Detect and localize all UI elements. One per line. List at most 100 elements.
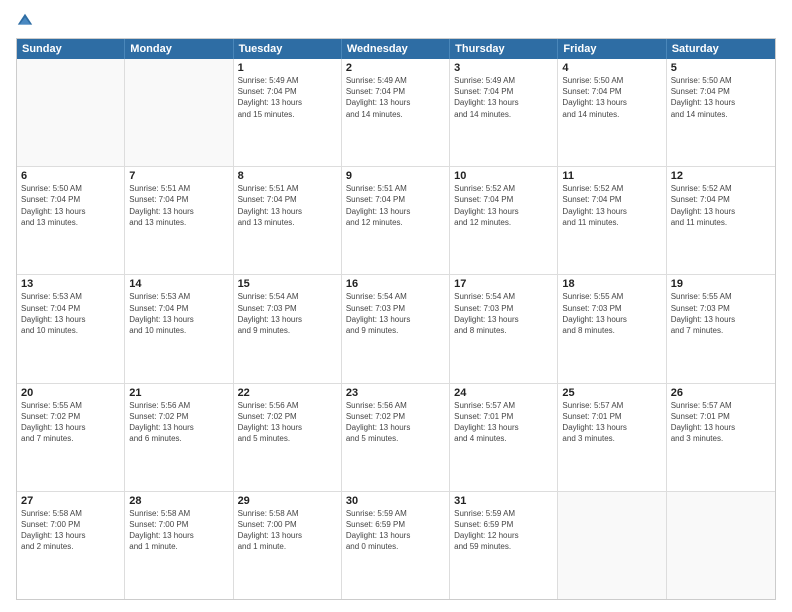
day-number: 21 (129, 387, 228, 399)
calendar-cell: 13Sunrise: 5:53 AM Sunset: 7:04 PM Dayli… (17, 275, 125, 382)
day-number: 7 (129, 170, 228, 182)
cell-info: Sunrise: 5:58 AM Sunset: 7:00 PM Dayligh… (129, 508, 228, 553)
day-number: 4 (562, 62, 661, 74)
logo-icon (16, 12, 34, 30)
day-number: 3 (454, 62, 553, 74)
day-number: 9 (346, 170, 445, 182)
calendar-cell: 23Sunrise: 5:56 AM Sunset: 7:02 PM Dayli… (342, 384, 450, 491)
calendar-cell: 8Sunrise: 5:51 AM Sunset: 7:04 PM Daylig… (234, 167, 342, 274)
calendar-cell: 29Sunrise: 5:58 AM Sunset: 7:00 PM Dayli… (234, 492, 342, 599)
calendar-cell: 22Sunrise: 5:56 AM Sunset: 7:02 PM Dayli… (234, 384, 342, 491)
day-number: 17 (454, 278, 553, 290)
cell-info: Sunrise: 5:49 AM Sunset: 7:04 PM Dayligh… (454, 75, 553, 120)
day-number: 23 (346, 387, 445, 399)
calendar-cell: 4Sunrise: 5:50 AM Sunset: 7:04 PM Daylig… (558, 59, 666, 166)
calendar-header-cell: Thursday (450, 39, 558, 59)
day-number: 30 (346, 495, 445, 507)
day-number: 1 (238, 62, 337, 74)
cell-info: Sunrise: 5:56 AM Sunset: 7:02 PM Dayligh… (238, 400, 337, 445)
cell-info: Sunrise: 5:49 AM Sunset: 7:04 PM Dayligh… (238, 75, 337, 120)
day-number: 27 (21, 495, 120, 507)
calendar-cell (667, 492, 775, 599)
calendar-header-cell: Monday (125, 39, 233, 59)
calendar-row: 27Sunrise: 5:58 AM Sunset: 7:00 PM Dayli… (17, 492, 775, 599)
day-number: 8 (238, 170, 337, 182)
cell-info: Sunrise: 5:55 AM Sunset: 7:03 PM Dayligh… (562, 291, 661, 336)
calendar-cell: 1Sunrise: 5:49 AM Sunset: 7:04 PM Daylig… (234, 59, 342, 166)
day-number: 14 (129, 278, 228, 290)
day-number: 18 (562, 278, 661, 290)
calendar-row: 13Sunrise: 5:53 AM Sunset: 7:04 PM Dayli… (17, 275, 775, 383)
day-number: 25 (562, 387, 661, 399)
calendar-cell: 3Sunrise: 5:49 AM Sunset: 7:04 PM Daylig… (450, 59, 558, 166)
cell-info: Sunrise: 5:53 AM Sunset: 7:04 PM Dayligh… (21, 291, 120, 336)
day-number: 29 (238, 495, 337, 507)
calendar-cell: 6Sunrise: 5:50 AM Sunset: 7:04 PM Daylig… (17, 167, 125, 274)
calendar-cell: 12Sunrise: 5:52 AM Sunset: 7:04 PM Dayli… (667, 167, 775, 274)
calendar-cell: 16Sunrise: 5:54 AM Sunset: 7:03 PM Dayli… (342, 275, 450, 382)
calendar-cell (125, 59, 233, 166)
day-number: 26 (671, 387, 771, 399)
calendar-header-cell: Friday (558, 39, 666, 59)
calendar-cell: 20Sunrise: 5:55 AM Sunset: 7:02 PM Dayli… (17, 384, 125, 491)
cell-info: Sunrise: 5:54 AM Sunset: 7:03 PM Dayligh… (346, 291, 445, 336)
day-number: 15 (238, 278, 337, 290)
calendar-cell: 14Sunrise: 5:53 AM Sunset: 7:04 PM Dayli… (125, 275, 233, 382)
cell-info: Sunrise: 5:52 AM Sunset: 7:04 PM Dayligh… (671, 183, 771, 228)
calendar-cell: 9Sunrise: 5:51 AM Sunset: 7:04 PM Daylig… (342, 167, 450, 274)
calendar-header-cell: Saturday (667, 39, 775, 59)
calendar-body: 1Sunrise: 5:49 AM Sunset: 7:04 PM Daylig… (17, 59, 775, 599)
calendar-row: 6Sunrise: 5:50 AM Sunset: 7:04 PM Daylig… (17, 167, 775, 275)
cell-info: Sunrise: 5:50 AM Sunset: 7:04 PM Dayligh… (671, 75, 771, 120)
day-number: 10 (454, 170, 553, 182)
calendar-cell: 10Sunrise: 5:52 AM Sunset: 7:04 PM Dayli… (450, 167, 558, 274)
calendar: SundayMondayTuesdayWednesdayThursdayFrid… (16, 38, 776, 600)
calendar-cell: 28Sunrise: 5:58 AM Sunset: 7:00 PM Dayli… (125, 492, 233, 599)
cell-info: Sunrise: 5:57 AM Sunset: 7:01 PM Dayligh… (671, 400, 771, 445)
calendar-header-row: SundayMondayTuesdayWednesdayThursdayFrid… (17, 39, 775, 59)
cell-info: Sunrise: 5:59 AM Sunset: 6:59 PM Dayligh… (346, 508, 445, 553)
cell-info: Sunrise: 5:51 AM Sunset: 7:04 PM Dayligh… (346, 183, 445, 228)
cell-info: Sunrise: 5:57 AM Sunset: 7:01 PM Dayligh… (454, 400, 553, 445)
day-number: 31 (454, 495, 553, 507)
header (16, 12, 776, 30)
cell-info: Sunrise: 5:53 AM Sunset: 7:04 PM Dayligh… (129, 291, 228, 336)
calendar-cell: 17Sunrise: 5:54 AM Sunset: 7:03 PM Dayli… (450, 275, 558, 382)
cell-info: Sunrise: 5:56 AM Sunset: 7:02 PM Dayligh… (129, 400, 228, 445)
calendar-cell: 27Sunrise: 5:58 AM Sunset: 7:00 PM Dayli… (17, 492, 125, 599)
cell-info: Sunrise: 5:59 AM Sunset: 6:59 PM Dayligh… (454, 508, 553, 553)
calendar-header-cell: Sunday (17, 39, 125, 59)
calendar-cell: 7Sunrise: 5:51 AM Sunset: 7:04 PM Daylig… (125, 167, 233, 274)
day-number: 13 (21, 278, 120, 290)
day-number: 2 (346, 62, 445, 74)
cell-info: Sunrise: 5:49 AM Sunset: 7:04 PM Dayligh… (346, 75, 445, 120)
calendar-cell: 26Sunrise: 5:57 AM Sunset: 7:01 PM Dayli… (667, 384, 775, 491)
calendar-cell: 25Sunrise: 5:57 AM Sunset: 7:01 PM Dayli… (558, 384, 666, 491)
cell-info: Sunrise: 5:58 AM Sunset: 7:00 PM Dayligh… (21, 508, 120, 553)
day-number: 28 (129, 495, 228, 507)
day-number: 6 (21, 170, 120, 182)
calendar-header-cell: Wednesday (342, 39, 450, 59)
calendar-cell: 2Sunrise: 5:49 AM Sunset: 7:04 PM Daylig… (342, 59, 450, 166)
calendar-cell (17, 59, 125, 166)
cell-info: Sunrise: 5:54 AM Sunset: 7:03 PM Dayligh… (238, 291, 337, 336)
cell-info: Sunrise: 5:55 AM Sunset: 7:03 PM Dayligh… (671, 291, 771, 336)
cell-info: Sunrise: 5:52 AM Sunset: 7:04 PM Dayligh… (562, 183, 661, 228)
day-number: 24 (454, 387, 553, 399)
calendar-cell: 21Sunrise: 5:56 AM Sunset: 7:02 PM Dayli… (125, 384, 233, 491)
calendar-cell: 31Sunrise: 5:59 AM Sunset: 6:59 PM Dayli… (450, 492, 558, 599)
calendar-row: 20Sunrise: 5:55 AM Sunset: 7:02 PM Dayli… (17, 384, 775, 492)
calendar-header-cell: Tuesday (234, 39, 342, 59)
cell-info: Sunrise: 5:50 AM Sunset: 7:04 PM Dayligh… (21, 183, 120, 228)
cell-info: Sunrise: 5:54 AM Sunset: 7:03 PM Dayligh… (454, 291, 553, 336)
page: SundayMondayTuesdayWednesdayThursdayFrid… (0, 0, 792, 612)
cell-info: Sunrise: 5:55 AM Sunset: 7:02 PM Dayligh… (21, 400, 120, 445)
cell-info: Sunrise: 5:58 AM Sunset: 7:00 PM Dayligh… (238, 508, 337, 553)
day-number: 20 (21, 387, 120, 399)
calendar-cell: 11Sunrise: 5:52 AM Sunset: 7:04 PM Dayli… (558, 167, 666, 274)
logo (16, 12, 38, 30)
day-number: 5 (671, 62, 771, 74)
calendar-cell: 15Sunrise: 5:54 AM Sunset: 7:03 PM Dayli… (234, 275, 342, 382)
day-number: 11 (562, 170, 661, 182)
calendar-cell: 24Sunrise: 5:57 AM Sunset: 7:01 PM Dayli… (450, 384, 558, 491)
